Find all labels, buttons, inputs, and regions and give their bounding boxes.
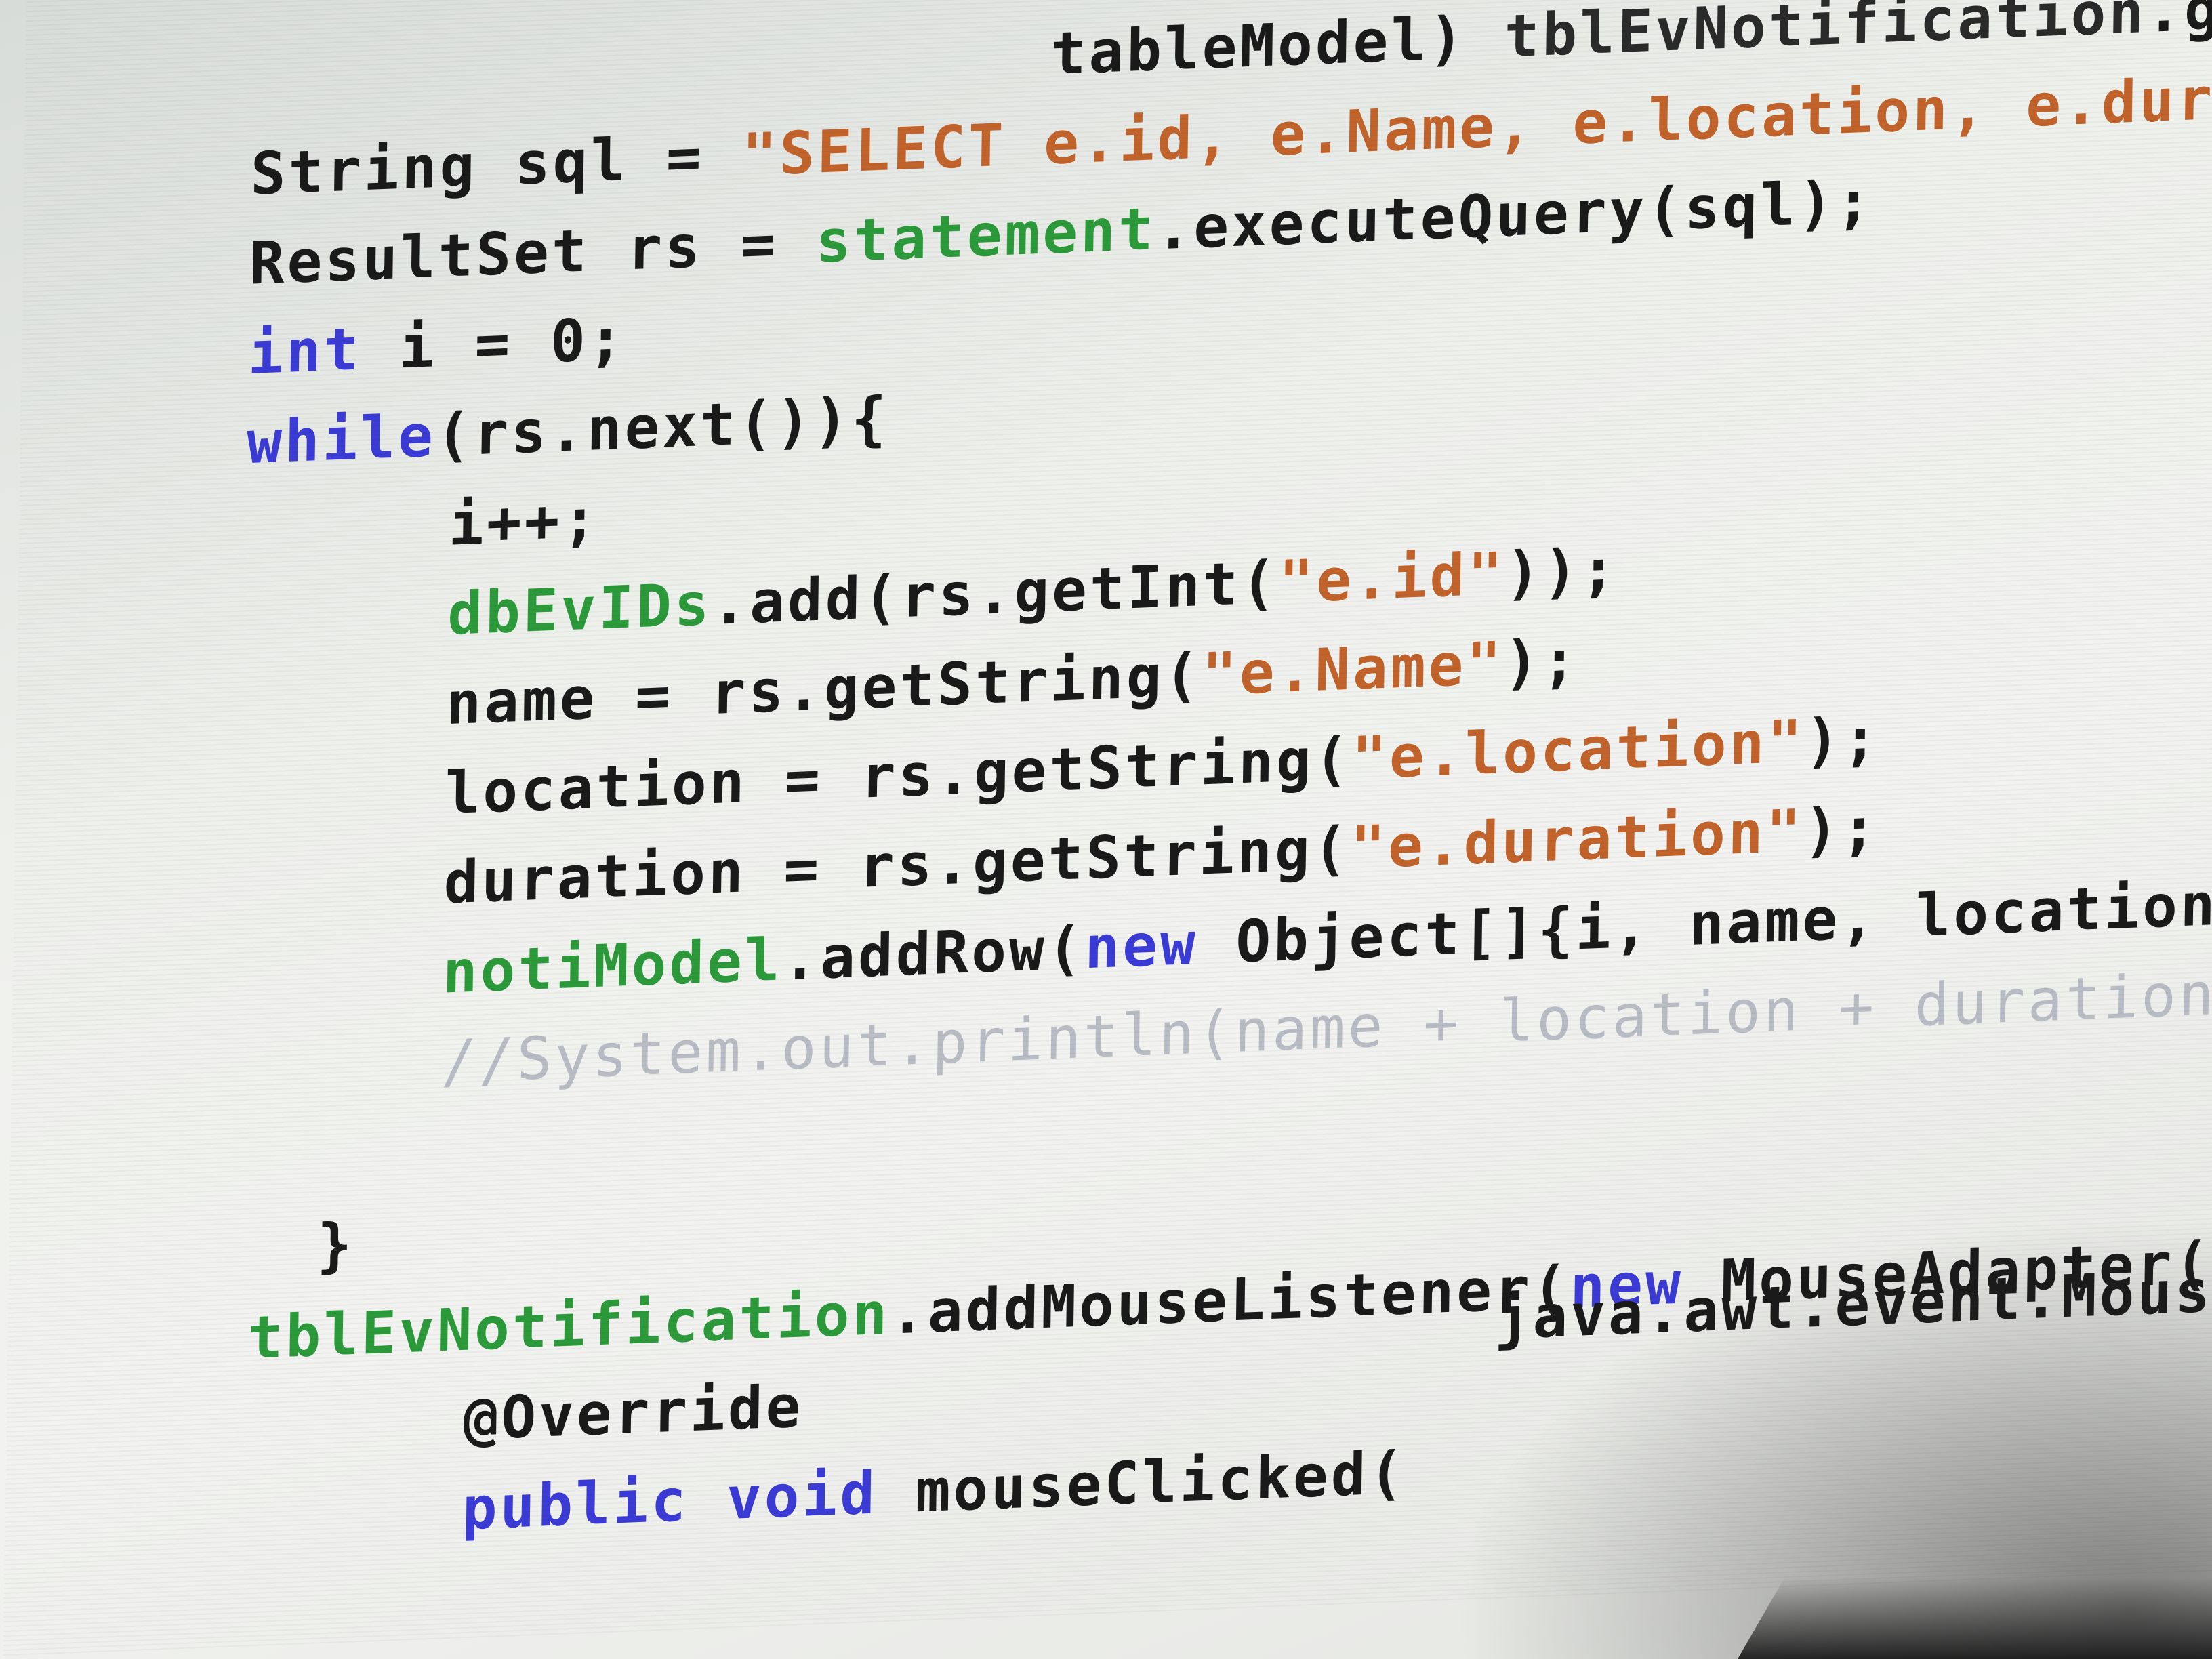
- code-editor[interactable]: tableModel) tblEvNotification.getModel()…: [3, 0, 2212, 1656]
- code-text: mouseClicked(: [877, 1439, 1407, 1528]
- code-keyword: public: [462, 1467, 690, 1544]
- monitor-bezel: [1738, 1578, 2212, 1659]
- code-keyword: void: [726, 1459, 878, 1534]
- photo-of-monitor: tableModel) tblEvNotification.getModel()…: [0, 0, 2212, 1659]
